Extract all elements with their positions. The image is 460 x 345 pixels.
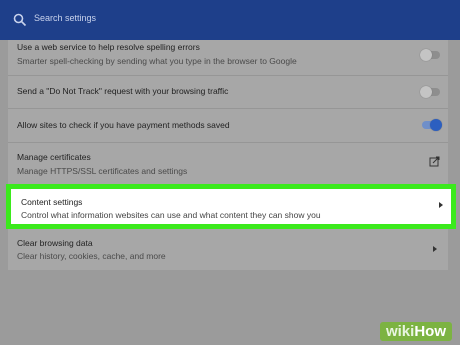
setting-content-settings[interactable]: Content settings Control what informatio… xyxy=(6,184,456,229)
do-not-track-toggle[interactable] xyxy=(420,86,440,98)
search-bar[interactable]: Search settings xyxy=(0,4,448,36)
setting-title: Allow sites to check if you have payment… xyxy=(17,120,230,130)
chevron-right-icon xyxy=(433,246,437,252)
setting-description: Smarter spell-checking by sending what y… xyxy=(17,56,297,66)
watermark-part1: wiki xyxy=(385,323,415,340)
setting-description: Control what information websites can us… xyxy=(21,210,321,220)
setting-description: Manage HTTPS/SSL certificates and settin… xyxy=(17,166,188,176)
setting-title: Content settings xyxy=(21,197,83,207)
setting-manage-certificates[interactable]: Manage certificates Manage HTTPS/SSL cer… xyxy=(8,143,448,183)
wikihow-watermark: wiki How xyxy=(379,322,452,341)
toggle-knob xyxy=(420,86,432,98)
setting-clear-browsing-data[interactable]: Clear browsing data Clear history, cooki… xyxy=(8,229,448,269)
search-icon xyxy=(13,13,27,27)
setting-spelling-service[interactable]: Use a web service to help resolve spelli… xyxy=(8,40,448,70)
settings-header-bar: Search settings xyxy=(0,0,460,40)
search-input[interactable]: Search settings xyxy=(34,13,96,23)
setting-title: Manage certificates xyxy=(17,152,91,162)
setting-do-not-track[interactable]: Send a "Do Not Track" request with your … xyxy=(8,76,448,108)
setting-title: Send a "Do Not Track" request with your … xyxy=(17,86,229,96)
watermark-part2: How xyxy=(414,323,446,340)
setting-title: Use a web service to help resolve spelli… xyxy=(17,42,200,52)
external-link-icon[interactable] xyxy=(429,156,440,167)
toggle-knob xyxy=(420,49,432,61)
chevron-right-icon xyxy=(439,202,443,208)
spelling-service-toggle[interactable] xyxy=(420,49,440,61)
setting-description: Clear history, cookies, cache, and more xyxy=(17,251,166,261)
payment-methods-toggle[interactable] xyxy=(422,119,442,131)
toggle-knob xyxy=(430,119,442,131)
setting-payment-methods[interactable]: Allow sites to check if you have payment… xyxy=(8,109,448,141)
setting-title: Clear browsing data xyxy=(17,238,93,248)
